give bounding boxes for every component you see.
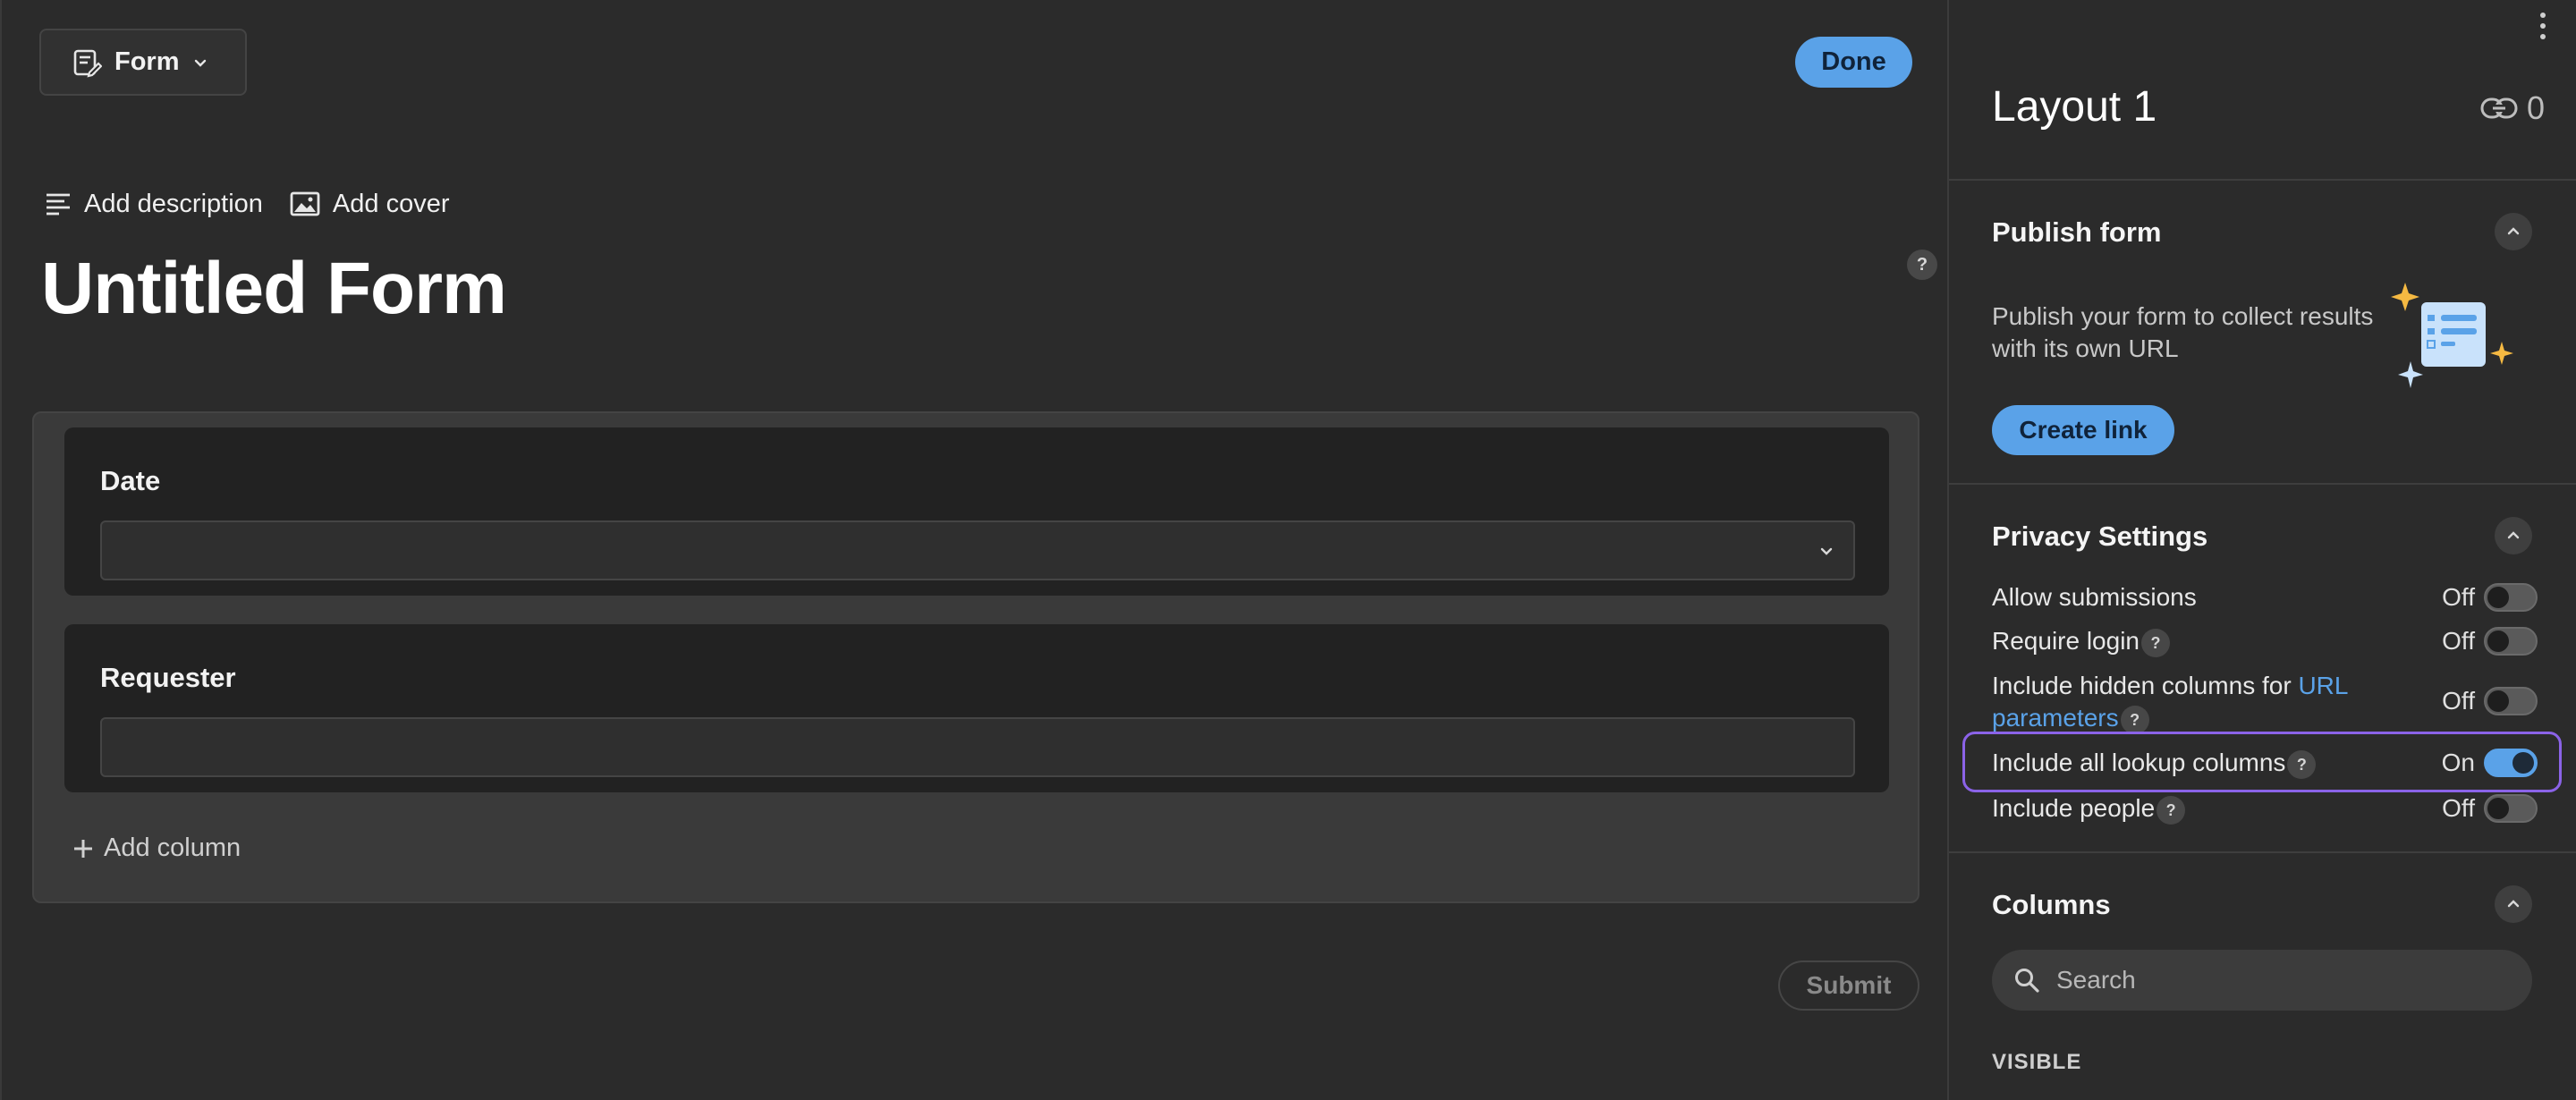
add-cover-button[interactable]: Add cover bbox=[290, 189, 450, 219]
visible-columns-heading: VISIBLE bbox=[1992, 1050, 2082, 1074]
plus-icon bbox=[74, 839, 92, 858]
publish-description: Publish your form to collect results wit… bbox=[1992, 302, 2374, 362]
text-lines-icon bbox=[47, 193, 70, 216]
help-icon[interactable]: ? bbox=[2120, 705, 2149, 734]
create-link-button[interactable]: Create link bbox=[1992, 405, 2174, 455]
help-icon[interactable]: ? bbox=[2141, 628, 2170, 657]
section-title: Columns bbox=[1992, 889, 2111, 920]
field-card-date: Date bbox=[64, 427, 1889, 596]
search-input[interactable] bbox=[2056, 966, 2486, 994]
add-description-label: Add description bbox=[84, 189, 263, 218]
form-view-dropdown[interactable]: Form bbox=[39, 29, 247, 96]
form-editor: Form Done Add description Add cover Unti… bbox=[0, 0, 1947, 1100]
add-column-button[interactable]: Add column bbox=[72, 833, 241, 863]
layout-panel: Layout 1 0 Publish form Publish your for… bbox=[1947, 0, 2576, 1100]
more-menu-icon[interactable] bbox=[2538, 13, 2548, 39]
chevron-up-icon bbox=[2507, 227, 2520, 235]
field-card-requester: Requester bbox=[64, 624, 1889, 792]
field-label: Requester bbox=[100, 662, 236, 693]
add-column-label: Add column bbox=[104, 833, 242, 862]
allow-submissions-toggle[interactable]: Off bbox=[2442, 581, 2538, 613]
link-count-value: 0 bbox=[2527, 89, 2546, 126]
form-view-label: Form bbox=[114, 47, 180, 76]
privacy-section: Privacy Settings Allow submissions Off R… bbox=[1949, 483, 2576, 851]
toggle-state: Off bbox=[2442, 583, 2475, 611]
privacy-row-hidden-columns: Include hidden columns for URL parameter… bbox=[1992, 670, 2377, 734]
row-label: Allow submissions bbox=[1992, 583, 2197, 611]
privacy-row-include-people: Include people? Off bbox=[1992, 792, 2538, 825]
submit-button[interactable]: Submit bbox=[1778, 960, 1919, 1011]
row-label: Require login bbox=[1992, 627, 2140, 655]
help-icon[interactable]: ? bbox=[1907, 250, 1937, 280]
focus-highlight-ring bbox=[1962, 732, 2562, 792]
chevron-down-icon bbox=[194, 59, 206, 67]
add-cover-label: Add cover bbox=[332, 189, 450, 218]
row-label: Include hidden columns for bbox=[1992, 672, 2299, 699]
require-login-toggle[interactable]: Off bbox=[2442, 625, 2538, 657]
chevron-down-icon bbox=[1820, 547, 1833, 555]
link-icon bbox=[2480, 97, 2518, 119]
section-title: Publish form bbox=[1992, 216, 2162, 248]
link-count[interactable]: 0 bbox=[2480, 89, 2545, 127]
form-title[interactable]: Untitled Form bbox=[41, 247, 507, 331]
toggle-state: Off bbox=[2442, 794, 2475, 822]
header-actions: Add description Add cover bbox=[45, 188, 449, 220]
row-label: Include people bbox=[1992, 794, 2156, 822]
privacy-row-allow-submissions: Allow submissions Off bbox=[1992, 581, 2538, 613]
form-card: Date Requester Add column bbox=[32, 411, 1919, 903]
help-icon[interactable]: ? bbox=[2157, 795, 2186, 825]
toggle-switch[interactable] bbox=[2484, 627, 2538, 656]
field-label: Date bbox=[100, 465, 161, 496]
publish-section: Publish form Publish your form to collec… bbox=[1949, 179, 2576, 485]
image-icon bbox=[290, 191, 320, 216]
collapse-privacy-button[interactable] bbox=[2495, 517, 2532, 554]
chevron-up-icon bbox=[2507, 531, 2520, 539]
collapse-columns-button[interactable] bbox=[2495, 885, 2532, 923]
collapse-publish-button[interactable] bbox=[2495, 213, 2532, 250]
include-people-toggle[interactable]: Off bbox=[2442, 792, 2538, 825]
chevron-up-icon bbox=[2507, 900, 2520, 908]
toggle-state: Off bbox=[2442, 687, 2475, 715]
requester-input[interactable] bbox=[100, 717, 1855, 777]
panel-title: Layout 1 bbox=[1992, 83, 2157, 131]
publish-illustration-icon bbox=[2391, 283, 2513, 388]
column-search[interactable] bbox=[1992, 950, 2532, 1011]
section-title: Privacy Settings bbox=[1992, 520, 2208, 552]
toggle-switch[interactable] bbox=[2484, 583, 2538, 612]
toggle-switch[interactable] bbox=[2484, 687, 2538, 715]
toggle-switch[interactable] bbox=[2484, 794, 2538, 823]
search-icon bbox=[2015, 969, 2039, 993]
date-select[interactable] bbox=[100, 520, 1855, 580]
hidden-columns-toggle[interactable]: Off bbox=[2442, 687, 2538, 715]
privacy-row-require-login: Require login? Off bbox=[1992, 625, 2538, 657]
done-button[interactable]: Done bbox=[1795, 37, 1912, 88]
toggle-state: Off bbox=[2442, 627, 2475, 655]
add-description-button[interactable]: Add description bbox=[45, 190, 263, 219]
form-icon bbox=[73, 49, 102, 78]
